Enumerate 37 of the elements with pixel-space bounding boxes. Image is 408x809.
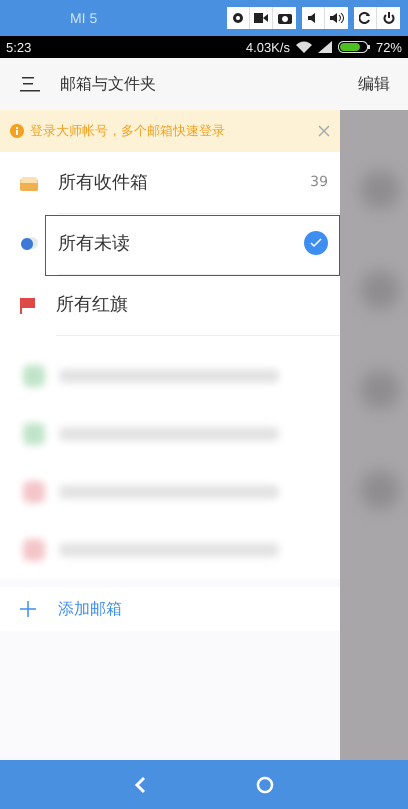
unread-count: 39 [310, 174, 328, 190]
video-camera-icon [254, 13, 268, 23]
camera-icon [278, 12, 292, 24]
speaker-icon [308, 13, 318, 23]
folder-label: 所有未读 [58, 232, 131, 255]
menu-icon[interactable] [20, 76, 40, 92]
folder-item[interactable]: 所有红旗 [0, 274, 340, 335]
flag-icon [20, 296, 36, 314]
volume-down-button[interactable] [302, 7, 325, 29]
network-speed: 4.03K/s [246, 40, 290, 54]
folder-item[interactable]: 所有收件箱 39 [0, 152, 340, 213]
wifi-icon [296, 41, 312, 53]
battery-icon [338, 41, 370, 53]
edit-button[interactable]: 编辑 [358, 74, 390, 94]
device-name: MI 5 [70, 10, 98, 26]
plus-icon [20, 601, 36, 617]
battery-percent: 72% [376, 40, 402, 54]
banner-text: 登录大师帐号，多个邮箱快速登录 [30, 123, 225, 140]
header-title: 邮箱与文件夹 [60, 74, 156, 94]
power-icon [382, 12, 394, 24]
gear-icon [232, 12, 244, 24]
folder-item[interactable]: 所有未读 [0, 213, 340, 274]
signal-icon [318, 41, 332, 53]
home-icon [256, 776, 274, 794]
refresh-button[interactable] [354, 7, 377, 29]
folder-label: 所有收件箱 [58, 171, 149, 194]
loud-speaker-icon [330, 13, 344, 23]
info-icon [10, 124, 24, 138]
tray-icon [20, 174, 38, 190]
folder-label: 所有红旗 [56, 293, 129, 316]
back-icon [134, 776, 146, 794]
status-time: 5:23 [6, 40, 32, 54]
dot-icon [20, 236, 38, 250]
settings-button[interactable] [227, 7, 250, 29]
back-button[interactable] [134, 776, 146, 794]
refresh-icon [359, 12, 371, 24]
home-button[interactable] [256, 776, 274, 794]
